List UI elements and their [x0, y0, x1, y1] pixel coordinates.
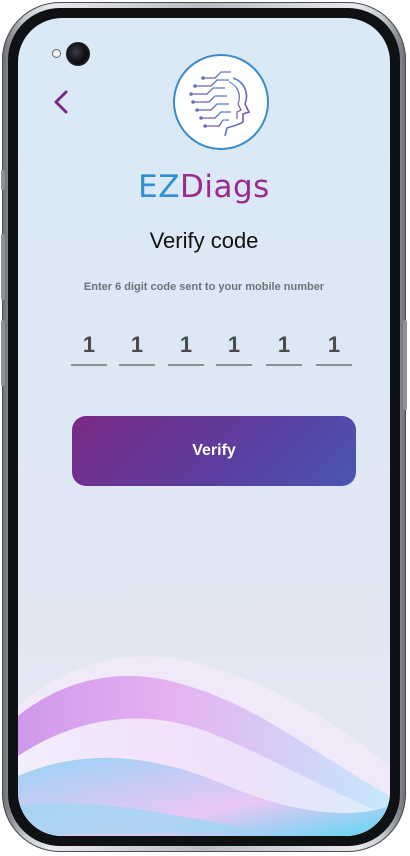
otp-digit-1[interactable] — [71, 326, 107, 366]
volume-down-button — [1, 320, 5, 386]
side-button — [1, 170, 5, 190]
otp-digit-4[interactable] — [216, 326, 252, 366]
brand-ez: EZ — [138, 169, 180, 205]
verify-button[interactable]: Verify — [72, 416, 356, 486]
brand-diags: Diags — [180, 169, 270, 205]
brand-name: EZDiags — [18, 169, 390, 205]
volume-up-button — [1, 234, 5, 300]
otp-digit-2[interactable] — [119, 326, 155, 366]
chevron-left-icon — [54, 90, 68, 114]
otp-digit-6[interactable] — [316, 326, 352, 366]
otp-digit-3[interactable] — [168, 326, 204, 366]
decorative-wave — [18, 656, 390, 836]
head-circuit-logo-icon — [189, 71, 251, 137]
phone-bezel: EZDiags Verify code Enter 6 digit code s… — [8, 8, 400, 846]
otp-digit-5[interactable] — [266, 326, 302, 366]
back-button[interactable] — [48, 84, 78, 120]
page-title: Verify code — [149, 228, 259, 253]
app-screen: EZDiags Verify code Enter 6 digit code s… — [18, 18, 390, 836]
power-button — [403, 320, 407, 410]
page-subtitle: Enter 6 digit code sent to your mobile n… — [83, 281, 325, 293]
phone-frame: EZDiags Verify code Enter 6 digit code s… — [1, 2, 407, 852]
app-logo — [173, 54, 269, 150]
front-camera-icon — [52, 42, 90, 70]
